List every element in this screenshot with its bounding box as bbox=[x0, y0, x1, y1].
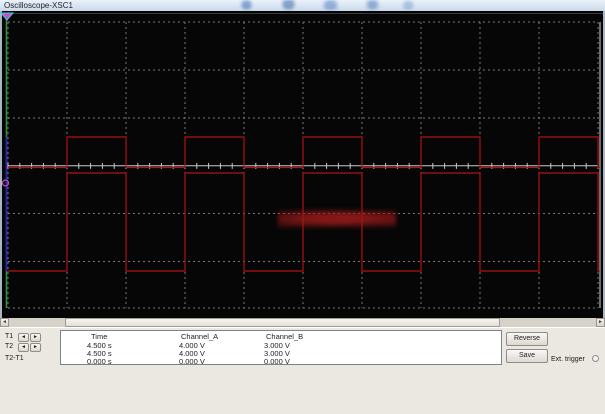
ext-trigger-label: Ext. trigger bbox=[551, 356, 585, 363]
trace-channel-a bbox=[8, 173, 600, 271]
scroll-right-button[interactable]: ► bbox=[596, 318, 605, 327]
trace-channel-b bbox=[8, 137, 600, 168]
control-panel: T1 ◄ ► T2 ◄ ► T2-T1 Time Channel_A Chann… bbox=[0, 327, 605, 414]
diff-time: 0.000 s bbox=[87, 357, 112, 366]
scroll-left-button[interactable]: ◄ bbox=[0, 318, 9, 327]
display-scrollbar[interactable]: ◄ ► bbox=[0, 318, 605, 327]
t1-right-arrow-button[interactable]: ► bbox=[30, 333, 41, 342]
t2-right-arrow-button[interactable]: ► bbox=[30, 343, 41, 352]
col-time: Time bbox=[91, 332, 107, 341]
cursor-diff-label: T2-T1 bbox=[5, 355, 24, 362]
cursor-t2-label: T2 bbox=[5, 343, 13, 350]
cursor-t1-label: T1 bbox=[5, 333, 13, 340]
col-channel-b: Channel_B bbox=[266, 332, 303, 341]
cursor-handle[interactable] bbox=[1, 13, 13, 20]
save-button[interactable]: Save bbox=[506, 349, 548, 363]
titlebar-watermark bbox=[215, 0, 425, 10]
scope-canvas bbox=[0, 11, 605, 318]
col-channel-a: Channel_A bbox=[181, 332, 218, 341]
scrollbar-thumb[interactable] bbox=[65, 318, 500, 327]
t1-left-arrow-button[interactable]: ◄ bbox=[18, 333, 29, 342]
measurement-readout: Time Channel_A Channel_B 4.500 s 4.000 V… bbox=[60, 330, 502, 365]
scope-display bbox=[0, 11, 605, 318]
ext-trigger-indicator[interactable] bbox=[592, 355, 599, 362]
reverse-button[interactable]: Reverse bbox=[506, 332, 548, 346]
diff-chb: 0.000 V bbox=[264, 357, 290, 366]
window-title: Oscilloscope-XSC1 bbox=[4, 1, 73, 10]
t2-left-arrow-button[interactable]: ◄ bbox=[18, 343, 29, 352]
diff-cha: 0.000 V bbox=[179, 357, 205, 366]
oscilloscope-window: Oscilloscope-XSC1 ◄ ► T1 ◄ ► T2 ◄ ► T2-T… bbox=[0, 0, 605, 414]
